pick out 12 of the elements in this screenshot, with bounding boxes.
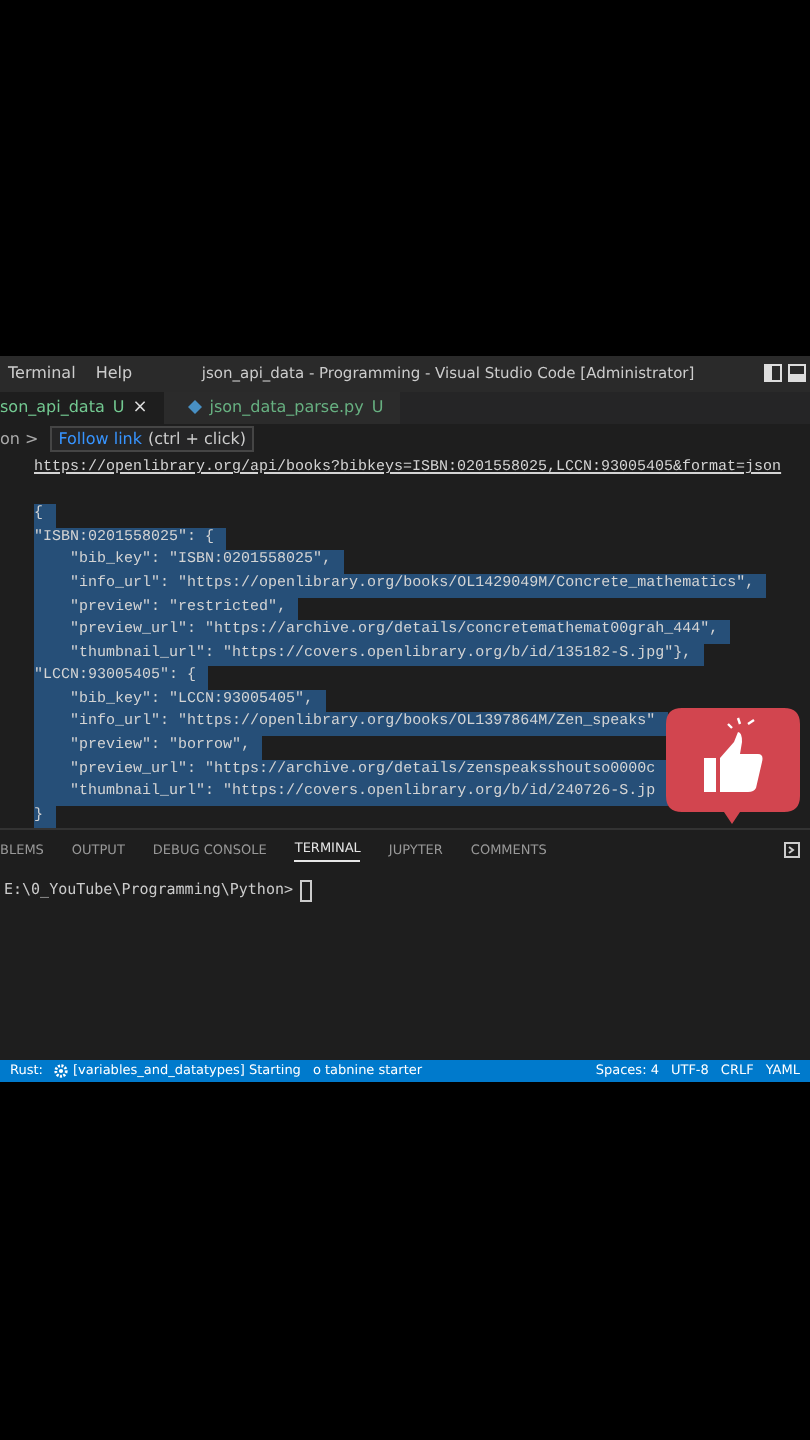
- menu-item[interactable]: Terminal: [8, 364, 76, 383]
- panel-layout-icon[interactable]: [788, 364, 806, 383]
- editor-tab[interactable]: son_api_data U ×: [0, 391, 164, 425]
- sidebar-layout-icon[interactable]: [764, 364, 782, 383]
- link-tooltip: Follow link (ctrl + click): [50, 426, 254, 453]
- terminal-cursor: [299, 879, 311, 902]
- editor-tab[interactable]: json_data_parse.py U: [163, 391, 400, 425]
- menu-item[interactable]: Help: [95, 364, 133, 383]
- gear-icon: [54, 1063, 69, 1078]
- breadcrumb[interactable]: on >: [0, 430, 39, 449]
- file-icon: [187, 400, 202, 415]
- terminal-icon[interactable]: [784, 841, 800, 858]
